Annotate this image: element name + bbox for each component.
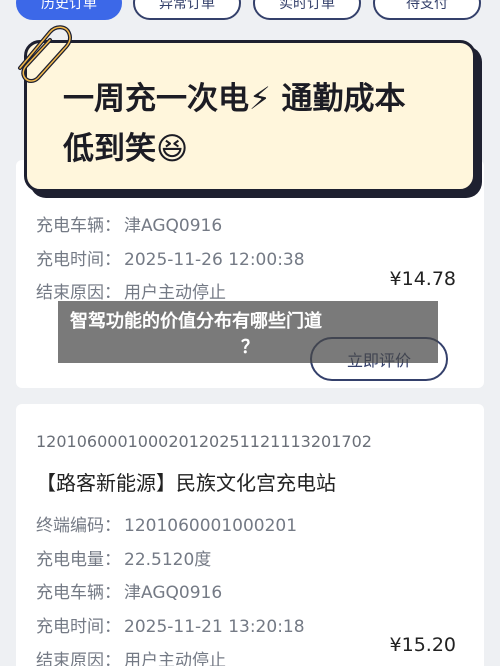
end-reason-label: 结束原因： <box>36 651 121 666</box>
article-title-line2: ？ <box>241 337 259 358</box>
banner-headline-line1: 一周充一次电⚡ 通勤成本 <box>63 81 406 117</box>
order-price: ¥14.78 <box>389 268 456 290</box>
article-title-line1: 智驾功能的价值分布有哪些门道 <box>70 311 322 332</box>
charge-time-value: 2025-11-26 12:00:38 <box>124 250 305 270</box>
paperclip-icon <box>18 25 73 83</box>
tab-abnormal-orders[interactable]: 异常订单 <box>133 0 241 20</box>
banner-headline-line2: 低到笑😆 <box>63 131 189 167</box>
vehicle-value: 津AGQ0916 <box>124 583 223 603</box>
tab-pending-payment[interactable]: 待支付 <box>373 0 481 20</box>
energy-value: 22.5120度 <box>124 550 212 570</box>
vehicle-value: 津AGQ0916 <box>124 216 223 236</box>
charge-time-row: 充电时间： 2025-11-26 12:00:38 <box>36 245 305 270</box>
charge-time-row: 充电时间： 2025-11-21 13:20:18 <box>36 612 305 637</box>
terminal-value: 1201060001000201 <box>124 516 298 536</box>
energy-label: 充电电量： <box>36 550 121 570</box>
end-reason-label: 结束原因： <box>36 283 121 303</box>
end-reason-value: 用户主动停止 <box>124 283 226 303</box>
end-reason-row: 结束原因： 用户主动停止 <box>36 646 226 666</box>
terminal-label: 终端编码： <box>36 516 121 536</box>
end-reason-value: 用户主动停止 <box>124 651 226 666</box>
article-title: 智驾功能的价值分布有哪些门道 ？ <box>70 309 430 361</box>
vehicle-label: 充电车辆： <box>36 216 121 236</box>
vehicle-label: 充电车辆： <box>36 583 121 603</box>
vehicle-row: 充电车辆： 津AGQ0916 <box>36 578 222 603</box>
station-name: 【路客新能源】民族文化宫充电站 <box>36 471 336 495</box>
order-number: 120106000100020120251121113201702 <box>36 432 372 451</box>
end-reason-row: 结束原因： 用户主动停止 <box>36 278 226 303</box>
charge-time-value: 2025-11-21 13:20:18 <box>124 617 305 637</box>
terminal-row: 终端编码： 1201060001000201 <box>36 511 297 536</box>
article-title-overlay[interactable]: 智驾功能的价值分布有哪些门道 ？ <box>58 301 438 363</box>
promo-banner: 一周充一次电⚡ 通勤成本 低到笑😆 <box>24 40 476 192</box>
vehicle-row: 充电车辆： 津AGQ0916 <box>36 211 222 236</box>
charge-time-label: 充电时间： <box>36 617 121 637</box>
order-price: ¥15.20 <box>389 634 456 656</box>
energy-row: 充电电量： 22.5120度 <box>36 545 211 570</box>
tab-realtime-orders[interactable]: 实时订单 <box>253 0 361 20</box>
charge-time-label: 充电时间： <box>36 250 121 270</box>
